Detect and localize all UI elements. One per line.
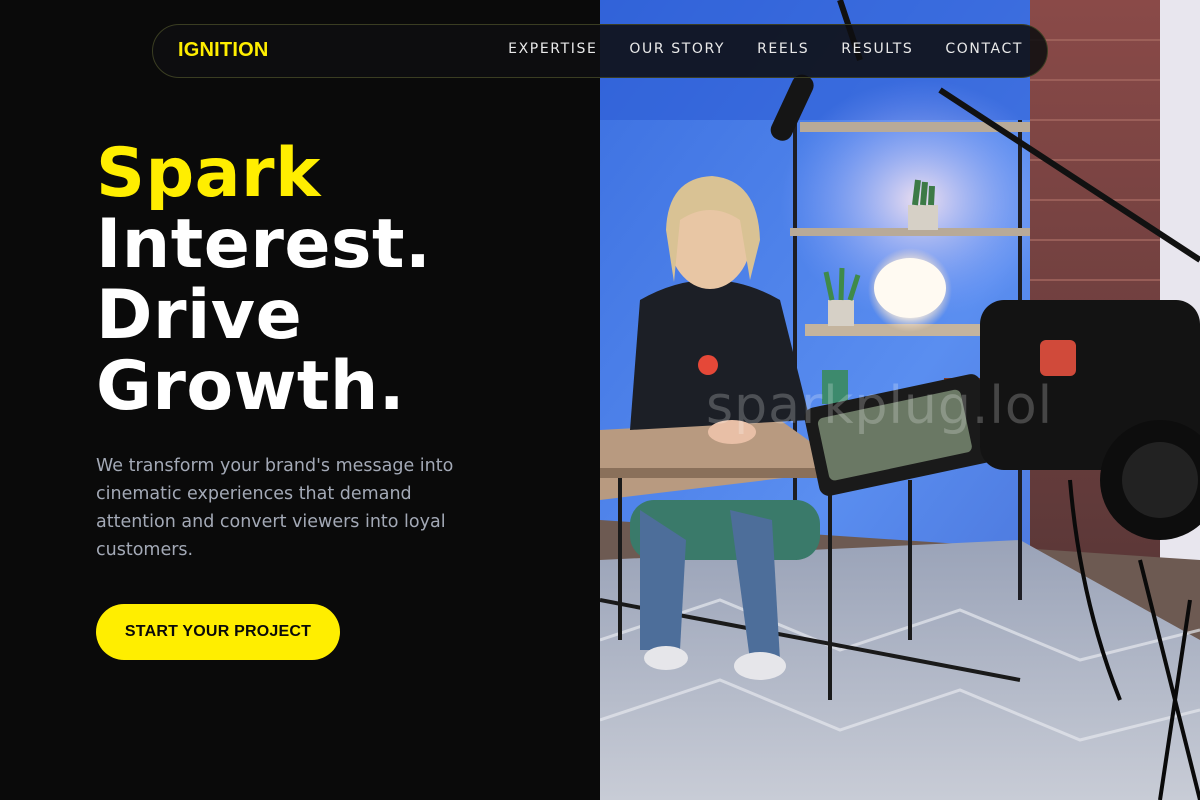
headline-line-1: Interest. [96, 205, 432, 284]
nav-link-reels[interactable]: REELS [757, 41, 809, 57]
headline-line-2: Drive [96, 276, 303, 355]
nav-link-contact[interactable]: CONTACT [945, 41, 1023, 57]
start-project-button[interactable]: START YOUR PROJECT [96, 604, 340, 660]
headline-accent: Spark [96, 134, 321, 213]
brand-logo[interactable]: IGNITION [178, 39, 269, 62]
nav-link-our-story[interactable]: OUR STORY [629, 41, 725, 57]
photo-watermark: sparkplug.lol [706, 376, 1054, 436]
hero-photo: sparkplug.lol [600, 0, 1200, 800]
nav-link-expertise[interactable]: EXPERTISE [508, 41, 597, 57]
nav-links: EXPERTISE OUR STORY REELS RESULTS CONTAC… [476, 41, 1023, 57]
headline-line-3: Growth. [96, 347, 406, 426]
hero-section: Spark Interest. Drive Growth. We transfo… [0, 0, 600, 800]
hero-description: We transform your brand's message into c… [96, 456, 454, 560]
nav-link-results[interactable]: RESULTS [841, 41, 913, 57]
top-navigation: IGNITION EXPERTISE OUR STORY REELS RESUL… [152, 24, 1048, 78]
hero-headline: Spark Interest. Drive Growth. [96, 138, 431, 422]
